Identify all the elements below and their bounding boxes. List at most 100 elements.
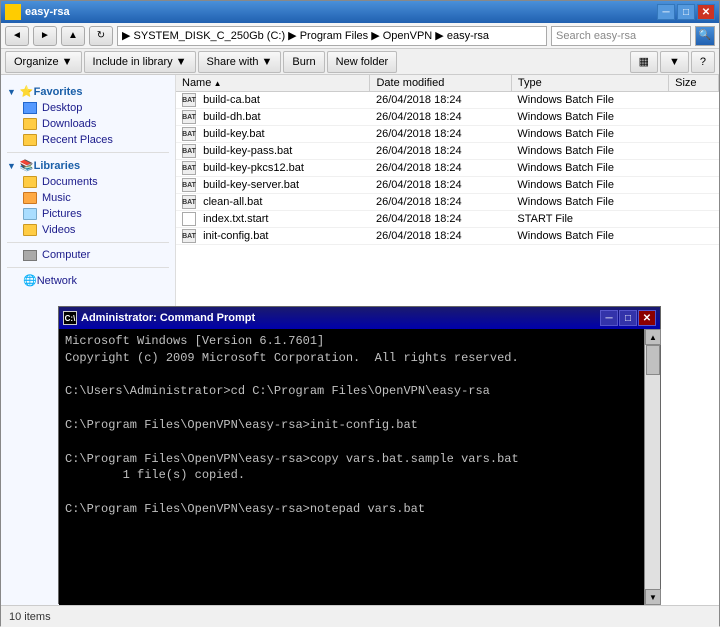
scroll-up-button[interactable]: ▲ [645,329,661,345]
file-date-cell: 26/04/2018 18:24 [370,177,511,194]
col-name[interactable]: Name [176,75,370,92]
table-row[interactable]: BAT build-key.bat 26/04/2018 18:24 Windo… [176,126,719,143]
sidebar-item-recent[interactable]: Recent Places [1,132,175,148]
maximize-button[interactable]: □ [677,4,695,20]
explorer-window-controls: ─ □ ✕ [657,4,715,20]
file-type-cell: Windows Batch File [511,143,668,160]
sidebar-divider-1 [7,152,169,153]
up-button[interactable]: ▲ [61,26,85,46]
organize-button[interactable]: Organize ▼ [5,51,82,73]
libraries-toggle: ▼ [7,161,16,171]
back-button[interactable]: ◄ [5,26,29,46]
table-row[interactable]: BAT build-dh.bat 26/04/2018 18:24 Window… [176,109,719,126]
view-dropdown[interactable]: ▼ [660,51,689,73]
table-row[interactable]: BAT init-config.bat 26/04/2018 18:24 Win… [176,228,719,245]
table-row[interactable]: BAT build-key-server.bat 26/04/2018 18:2… [176,177,719,194]
cmd-title-bar: C:\ Administrator: Command Prompt ─ □ ✕ [59,307,660,329]
col-date[interactable]: Date modified [370,75,511,92]
file-name: build-dh.bat [203,111,261,123]
forward-button[interactable]: ► [33,26,57,46]
file-type-icon: BAT [182,110,196,124]
search-box[interactable]: Search easy-rsa [551,26,691,46]
videos-icon [23,224,37,236]
sidebar-item-pictures[interactable]: Pictures [1,206,175,222]
new-folder-button[interactable]: New folder [327,51,398,73]
table-row[interactable]: BAT build-ca.bat 26/04/2018 18:24 Window… [176,92,719,109]
recent-folder-icon [23,134,37,146]
cmd-maximize-button[interactable]: □ [619,310,637,326]
cmd-minimize-button[interactable]: ─ [600,310,618,326]
file-type-icon: BAT [182,161,196,175]
cmd-output[interactable]: Microsoft Windows [Version 6.1.7601] Cop… [59,329,644,605]
help-button[interactable]: ? [691,51,715,73]
file-name: build-key-pass.bat [203,145,292,157]
table-row[interactable]: BAT build-key-pass.bat 26/04/2018 18:24 … [176,143,719,160]
include-library-label: Include in library [93,56,173,68]
file-name: build-ca.bat [203,94,260,106]
explorer-title-bar: easy-rsa ─ □ ✕ [1,1,719,23]
address-bar: ◄ ► ▲ ↻ ▶ SYSTEM_DISK_C_250Gb (C:) ▶ Pro… [1,23,719,49]
music-label: Music [42,192,71,204]
col-type[interactable]: Type [511,75,668,92]
col-size[interactable]: Size [669,75,719,92]
file-size-cell [669,143,719,160]
file-name: clean-all.bat [203,196,262,208]
sidebar-item-documents[interactable]: Documents [1,174,175,190]
explorer-window-icon [5,4,21,20]
file-type-icon [182,212,196,226]
sidebar-item-network[interactable]: 🌐 Network [1,272,175,289]
file-date-cell: 26/04/2018 18:24 [370,143,511,160]
sidebar-item-music[interactable]: Music [1,190,175,206]
burn-button[interactable]: Burn [283,51,324,73]
network-label: Network [37,275,77,287]
share-dropdown-icon: ▼ [262,56,273,68]
table-row[interactable]: BAT clean-all.bat 26/04/2018 18:24 Windo… [176,194,719,211]
file-type-icon: BAT [182,178,196,192]
computer-section: Computer [1,247,175,263]
share-with-label: Share with [207,56,259,68]
recent-label: Recent Places [42,134,113,146]
videos-label: Videos [42,224,75,236]
downloads-folder-icon [23,118,37,130]
minimize-button[interactable]: ─ [657,4,675,20]
file-date-cell: 26/04/2018 18:24 [370,126,511,143]
sidebar-divider-2 [7,242,169,243]
scroll-down-button[interactable]: ▼ [645,589,661,605]
search-button[interactable]: 🔍 [695,26,715,46]
sidebar-item-computer[interactable]: Computer [1,247,175,263]
file-name-cell: BAT build-key.bat [176,126,370,143]
file-name-cell: BAT build-key-pkcs12.bat [176,160,370,177]
file-type-cell: Windows Batch File [511,92,668,109]
cmd-icon: C:\ [63,311,77,325]
view-button[interactable]: ▦ [630,51,658,73]
file-date-cell: 26/04/2018 18:24 [370,109,511,126]
favorites-header[interactable]: ▼ ⭐ Favorites [1,83,175,100]
libraries-header[interactable]: ▼ 📚 Libraries [1,157,175,174]
file-table: Name Date modified Type Size BAT build-c… [176,75,719,245]
cmd-close-button[interactable]: ✕ [638,310,656,326]
file-name: index.txt.start [203,213,268,225]
file-name-cell: BAT init-config.bat [176,228,370,245]
file-type-cell: Windows Batch File [511,160,668,177]
scroll-thumb[interactable] [646,345,660,375]
downloads-label: Downloads [42,118,96,130]
include-library-button[interactable]: Include in library ▼ [84,51,196,73]
desktop-icon [23,102,37,114]
pictures-label: Pictures [42,208,82,220]
file-size-cell [669,92,719,109]
sidebar-item-desktop[interactable]: Desktop [1,100,175,116]
close-button[interactable]: ✕ [697,4,715,20]
file-size-cell [669,109,719,126]
desktop-label: Desktop [42,102,82,114]
burn-label: Burn [292,56,315,68]
sidebar-item-videos[interactable]: Videos [1,222,175,238]
sidebar-item-downloads[interactable]: Downloads [1,116,175,132]
share-with-button[interactable]: Share with ▼ [198,51,282,73]
sidebar-divider-3 [7,267,169,268]
address-path[interactable]: ▶ SYSTEM_DISK_C_250Gb (C:) ▶ Program Fil… [117,26,547,46]
table-row[interactable]: BAT build-key-pkcs12.bat 26/04/2018 18:2… [176,160,719,177]
refresh-button[interactable]: ↻ [89,26,113,46]
table-row[interactable]: index.txt.start 26/04/2018 18:24 START F… [176,211,719,228]
include-library-dropdown-icon: ▼ [176,56,187,68]
file-type-cell: START File [511,211,668,228]
